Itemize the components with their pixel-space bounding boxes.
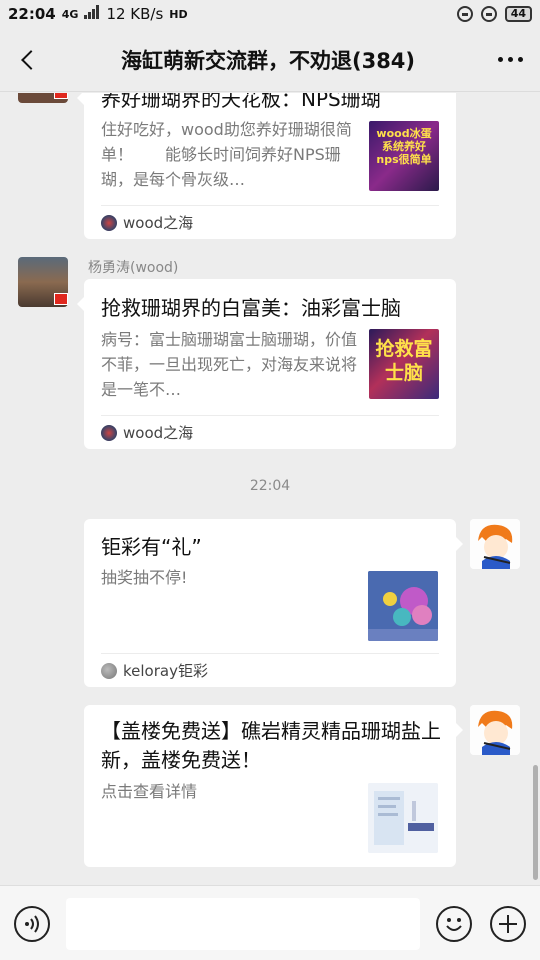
card-source: wood之海 (101, 415, 439, 449)
source-name: keloray钜彩 (123, 662, 208, 680)
self-avatar[interactable] (470, 519, 520, 569)
flag-icon (54, 93, 68, 99)
card-title: 养好珊瑚界的天花板：NPS珊瑚 (101, 93, 381, 111)
status-bar: 22:04 4G 12 KB/s HD 44 (0, 0, 540, 28)
flag-icon (54, 293, 68, 305)
voice-button[interactable] (14, 906, 50, 942)
card-title: 钜彩有“礼” (101, 535, 202, 559)
battery-icon: 44 (504, 6, 532, 22)
card-thumbnail (368, 571, 438, 641)
message-input[interactable] (66, 898, 420, 950)
input-bar (0, 885, 540, 960)
card-thumbnail: wood冰蛋系统养好nps很简单 (369, 121, 439, 191)
add-button[interactable] (490, 906, 526, 942)
scrollbar[interactable] (533, 765, 538, 880)
timestamp: 22:04 (249, 478, 291, 494)
card-thumbnail (368, 783, 438, 853)
card-thumbnail: 抢救富士脑 (369, 329, 439, 399)
hd-icon: HD (169, 7, 188, 21)
chat-messages[interactable]: 养好珊瑚界的天花板：NPS珊瑚 住好吃好，wood助您养好珊瑚很简单！ 能够长时… (0, 93, 540, 885)
plus-icon (499, 915, 517, 933)
do-not-disturb-icon (456, 6, 473, 22)
source-name: wood之海 (123, 424, 194, 442)
voice-icon (25, 915, 39, 933)
link-card[interactable]: 养好珊瑚界的天花板：NPS珊瑚 住好吃好，wood助您养好珊瑚很简单！ 能够长时… (77, 93, 456, 239)
chevron-left-icon (21, 49, 41, 70)
chat-header: 海缸萌新交流群，不劝退(384) (0, 28, 540, 92)
link-card[interactable]: 钜彩有“礼” 抽奖抽不停! keloray钜彩 (84, 519, 463, 687)
source-logo-icon (101, 214, 117, 231)
card-description: 住好吃好，wood助您养好珊瑚很简单！ 能够长时间饲养好NPS珊瑚，是每个骨灰级… (101, 120, 352, 189)
signal-icon (84, 5, 100, 23)
rotation-lock-icon (480, 6, 497, 22)
card-source: wood之海 (101, 205, 439, 239)
source-logo-icon (101, 662, 117, 679)
emoji-icon (446, 918, 462, 931)
card-title: 【盖楼免费送】礁岩精灵精品珊瑚盐上新，盖楼免费送！ (101, 719, 441, 772)
more-options-button[interactable] (480, 28, 540, 92)
link-card[interactable]: 【盖楼免费送】礁岩精灵精品珊瑚盐上新，盖楼免费送！ 点击查看详情 (84, 705, 463, 867)
self-avatar[interactable] (470, 705, 520, 755)
sender-name: 杨勇涛(wood) (88, 260, 179, 276)
thumbnail-text: wood冰蛋系统养好nps很简单 (376, 127, 432, 166)
network-type-icon: 4G (61, 7, 79, 21)
source-logo-icon (101, 424, 117, 441)
card-source: keloray钜彩 (101, 653, 439, 687)
source-name: wood之海 (123, 214, 194, 232)
card-description: 病号：富士脑珊瑚富士脑珊瑚，价值不菲，一旦出现死亡，对海友来说将是一笔不… (101, 330, 358, 399)
status-time: 22:04 (8, 5, 56, 23)
thumbnail-text: 抢救富士脑 (375, 338, 433, 384)
card-title: 抢救珊瑚界的白富美：油彩富士脑 (101, 296, 401, 320)
network-speed: 12 KB/s (106, 5, 164, 23)
back-button[interactable] (0, 28, 56, 92)
card-description: 抽奖抽不停! (101, 568, 188, 587)
page-title: 海缸萌新交流群，不劝退(384) (120, 48, 416, 73)
card-description: 点击查看详情 (101, 782, 198, 801)
link-card[interactable]: 抢救珊瑚界的白富美：油彩富士脑 病号：富士脑珊瑚富士脑珊瑚，价值不菲，一旦出现死… (77, 279, 456, 449)
emoji-button[interactable] (436, 906, 472, 942)
